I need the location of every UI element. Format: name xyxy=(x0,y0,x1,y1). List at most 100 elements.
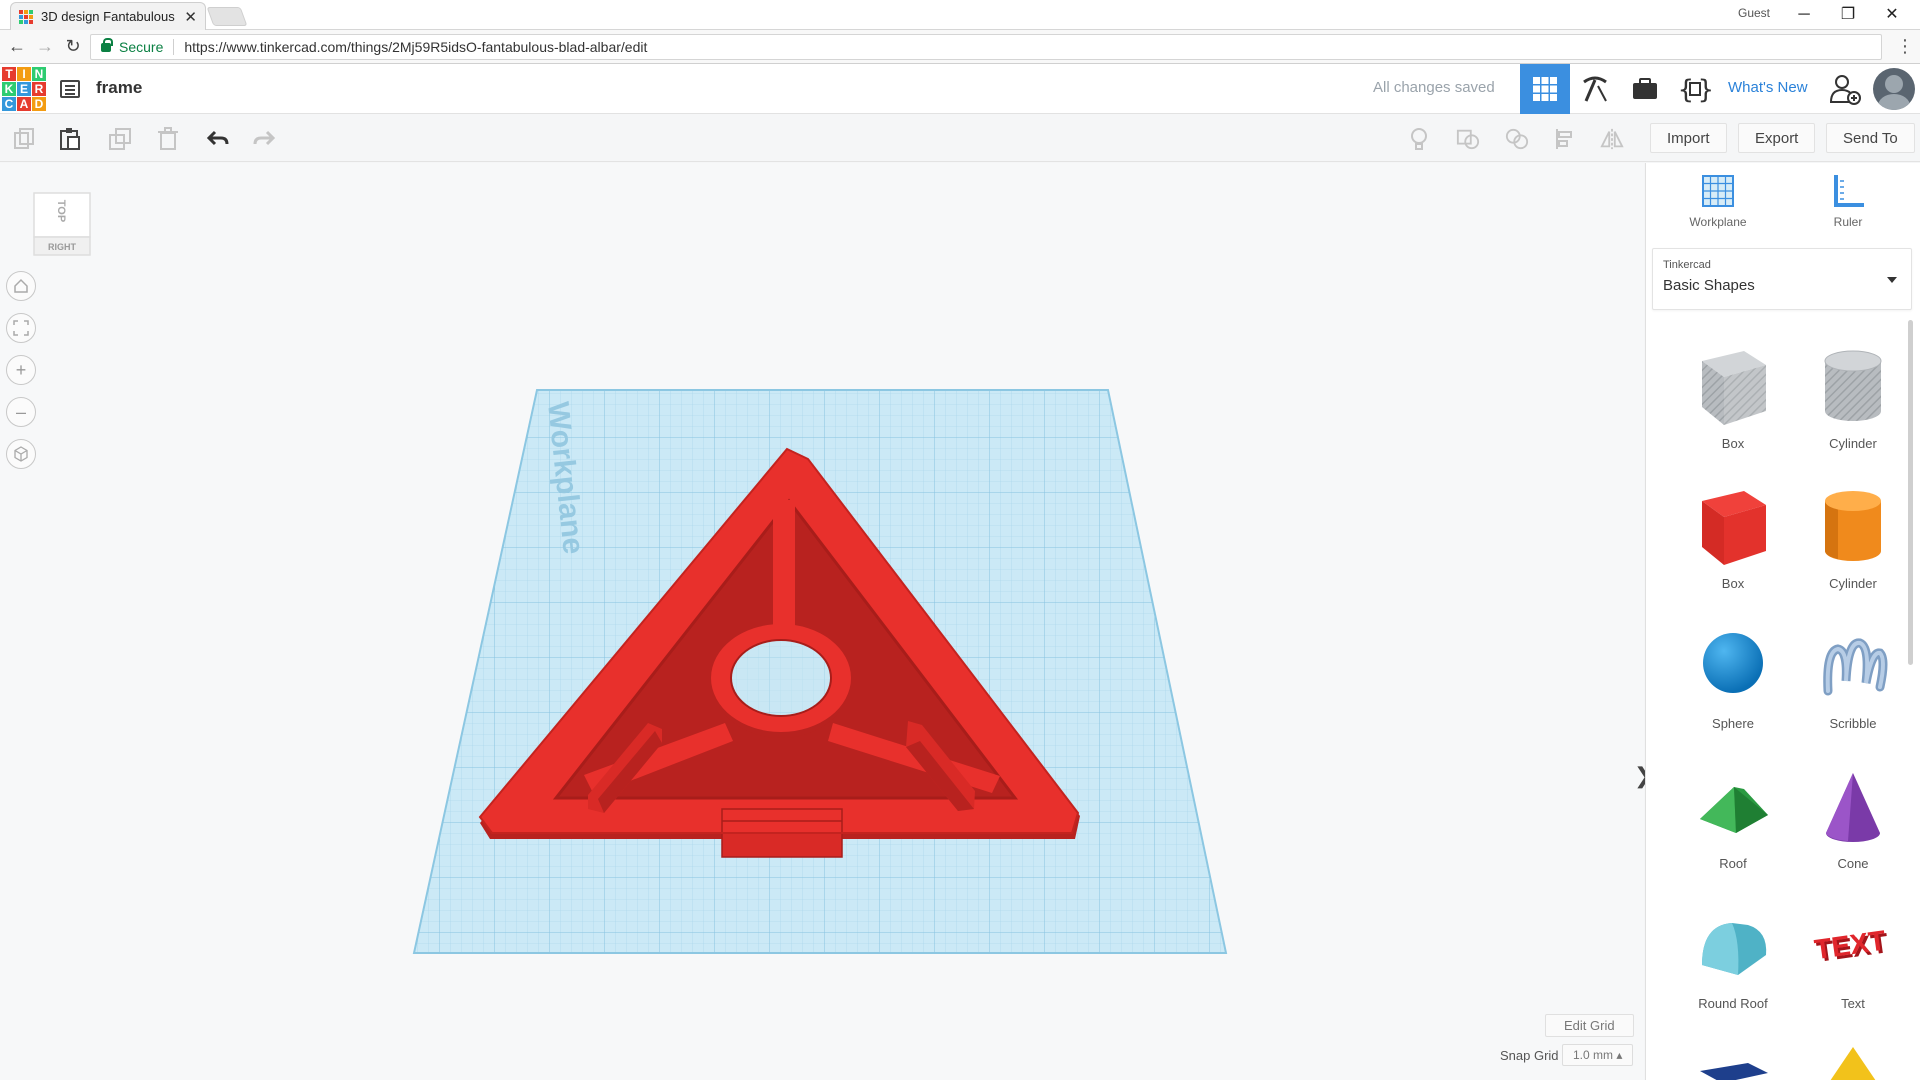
restore-icon[interactable]: ❐ xyxy=(1826,2,1870,28)
shape-box-gray[interactable]: Box xyxy=(1678,341,1788,451)
panel-scrollbar[interactable] xyxy=(1908,320,1913,665)
tab-title: 3D design Fantabulous B xyxy=(41,9,179,24)
shape-roof[interactable]: Roof xyxy=(1678,761,1788,871)
ruler-icon xyxy=(1834,175,1864,207)
shape-round-roof[interactable]: Round Roof xyxy=(1678,901,1788,1011)
new-tab-button[interactable] xyxy=(206,7,248,26)
trash-icon[interactable] xyxy=(156,127,180,151)
align-icon[interactable] xyxy=(1554,127,1578,151)
snap-grid-label: Snap Grid xyxy=(1500,1048,1559,1063)
shape-thumbnail xyxy=(1830,1047,1876,1080)
cylinder-icon xyxy=(1825,491,1881,561)
paste-icon[interactable] xyxy=(58,127,82,151)
add-user-icon xyxy=(1829,75,1861,105)
logo-letter: K xyxy=(2,82,16,96)
shape-label: Text xyxy=(1841,996,1865,1011)
tinkercad-logo[interactable]: T I N K E R C A D xyxy=(2,67,46,111)
scene-3d[interactable]: Workplane xyxy=(0,163,1644,1080)
logo-letter: N xyxy=(32,67,46,81)
shape-label: Box xyxy=(1721,576,1745,591)
shape-cylinder-gray[interactable]: Cylinder xyxy=(1798,341,1908,451)
redo-icon[interactable] xyxy=(252,127,276,151)
copy-icon[interactable] xyxy=(12,127,36,151)
save-status: All changes saved xyxy=(1373,79,1495,96)
lessons-button[interactable] xyxy=(1620,64,1670,114)
blocks-button[interactable] xyxy=(1570,64,1620,114)
shape-label: Cone xyxy=(1837,856,1869,871)
snap-grid-select[interactable]: 1.0 mm ▴ xyxy=(1562,1044,1634,1066)
tinkercad-favicon-icon xyxy=(19,9,33,24)
edit-toolbar: Import Export Send To xyxy=(0,115,1920,162)
browser-menu-icon[interactable]: ⋮ xyxy=(1896,36,1914,57)
group-icon[interactable] xyxy=(1456,127,1480,151)
round-roof-icon xyxy=(1702,923,1767,975)
codeblocks-button[interactable]: { } xyxy=(1670,64,1720,114)
shape-partial-left[interactable] xyxy=(1678,1041,1788,1080)
roof-icon xyxy=(1700,787,1768,833)
import-button[interactable]: Import xyxy=(1650,123,1727,153)
minimize-icon[interactable]: ─ xyxy=(1782,2,1826,28)
back-arrow-icon[interactable]: ← xyxy=(6,36,28,57)
profile-label[interactable]: Guest xyxy=(1738,6,1770,20)
reload-icon[interactable]: ↻ xyxy=(62,36,84,57)
edit-grid-button[interactable]: Edit Grid xyxy=(1545,1014,1634,1037)
svg-text:{: { xyxy=(1678,75,1694,104)
shape-text[interactable]: TEXT TEXT Text xyxy=(1798,901,1908,1011)
shape-label: Box xyxy=(1721,436,1745,451)
browser-tabstrip: 3D design Fantabulous B ✕ Guest ─ ❐ ✕ xyxy=(0,0,1920,30)
shape-label: Sphere xyxy=(1712,716,1754,731)
3d-view-button[interactable] xyxy=(1520,64,1570,114)
logo-letter: T xyxy=(2,67,16,81)
send-to-button[interactable]: Send To xyxy=(1826,123,1915,153)
logo-letter: R xyxy=(32,82,46,96)
workplane-tool-label: Workplane xyxy=(1689,215,1747,229)
cylinder-hole-icon xyxy=(1824,350,1882,421)
text-3d-icon: TEXT TEXT xyxy=(1813,925,1891,968)
export-button[interactable]: Export xyxy=(1738,123,1816,153)
design-list-icon[interactable] xyxy=(60,80,80,98)
design-name[interactable]: frame xyxy=(96,78,142,98)
mirror-icon[interactable] xyxy=(1600,127,1624,151)
lock-icon xyxy=(101,37,113,52)
cone-icon xyxy=(1826,773,1880,842)
tab-close-icon[interactable]: ✕ xyxy=(184,8,197,26)
shape-box-red[interactable]: Box xyxy=(1678,481,1788,591)
address-bar: ← → ↻ Secure https://www.tinkercad.com/t… xyxy=(0,30,1920,64)
briefcase-icon xyxy=(1633,78,1657,99)
url-field[interactable]: Secure https://www.tinkercad.com/things/… xyxy=(90,34,1882,60)
code-braces-icon: { } xyxy=(1678,75,1712,104)
ruler-tool[interactable]: Ruler xyxy=(1808,173,1888,229)
shape-sphere[interactable]: Sphere xyxy=(1678,621,1788,731)
forward-arrow-icon[interactable]: → xyxy=(34,36,56,57)
undo-icon[interactable] xyxy=(206,127,230,151)
box-hole-icon xyxy=(1702,351,1766,425)
scribble-icon xyxy=(1823,638,1888,696)
shape-label: Cylinder xyxy=(1829,436,1877,451)
logo-letter: A xyxy=(17,97,31,111)
browser-tab[interactable]: 3D design Fantabulous B ✕ xyxy=(10,2,206,30)
shape-label: Cylinder xyxy=(1829,576,1877,591)
workplane-tool[interactable]: Workplane xyxy=(1678,173,1758,229)
shape-label: Roof xyxy=(1719,856,1747,871)
snap-grid-value: 1.0 mm xyxy=(1573,1048,1614,1062)
shape-cone[interactable]: Cone xyxy=(1798,761,1908,871)
duplicate-icon[interactable] xyxy=(108,127,132,151)
secure-label: Secure xyxy=(119,39,164,55)
add-user-button[interactable] xyxy=(1820,64,1870,114)
shape-cylinder-orange[interactable]: Cylinder xyxy=(1798,481,1908,591)
logo-letter: C xyxy=(2,97,16,111)
ungroup-icon[interactable] xyxy=(1505,127,1529,151)
workplane-grid-icon xyxy=(1702,175,1734,207)
shape-partial-right[interactable] xyxy=(1798,1041,1908,1080)
whats-new-link[interactable]: What's New xyxy=(1728,79,1808,96)
sphere-icon xyxy=(1703,633,1763,693)
shape-scribble[interactable]: Scribble xyxy=(1798,621,1908,731)
close-window-icon[interactable]: ✕ xyxy=(1870,2,1914,28)
shape-library-select[interactable]: Tinkercad Basic Shapes xyxy=(1652,248,1912,310)
library-name: Basic Shapes xyxy=(1663,277,1755,294)
avatar[interactable] xyxy=(1873,68,1915,110)
box-icon xyxy=(1702,491,1766,565)
workspace-canvas[interactable]: TOP RIGHT + – Workplane ❯ Edit Grid Snap… xyxy=(0,163,1652,1080)
shape-thumbnail xyxy=(1700,1063,1768,1080)
lightbulb-icon[interactable] xyxy=(1407,127,1431,151)
